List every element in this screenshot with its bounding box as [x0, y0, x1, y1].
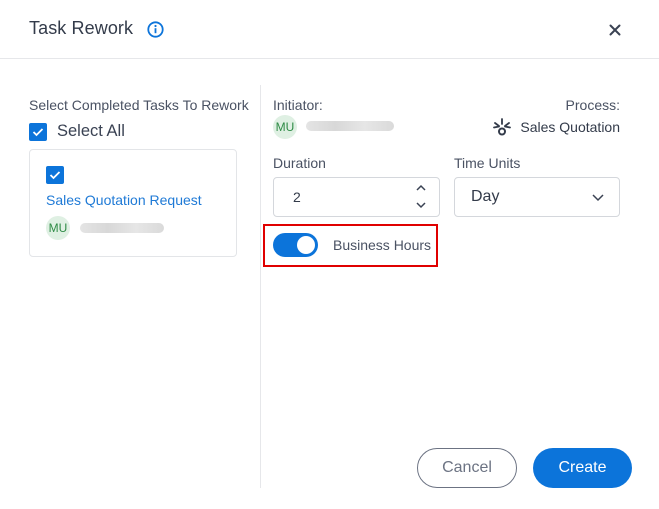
- section-label: Select Completed Tasks To Rework: [29, 97, 249, 113]
- task-checkbox[interactable]: [46, 166, 64, 184]
- task-name-link[interactable]: Sales Quotation Request: [46, 192, 202, 208]
- pane-divider: [260, 85, 261, 488]
- business-hours-toggle[interactable]: [273, 233, 318, 257]
- create-button[interactable]: Create: [533, 448, 632, 488]
- chevron-up-icon[interactable]: [415, 183, 427, 193]
- dialog-title: Task Rework: [29, 18, 134, 38]
- task-card: Sales Quotation Request MU: [29, 149, 237, 257]
- process-name: Sales Quotation: [520, 119, 620, 135]
- duration-label: Duration: [273, 155, 326, 171]
- user-avatar: MU: [46, 216, 70, 240]
- chevron-down-icon: [592, 194, 604, 202]
- business-hours-label: Business Hours: [333, 237, 432, 253]
- duration-stepper[interactable]: 2: [273, 177, 440, 217]
- initiator-avatar: MU: [273, 115, 297, 139]
- select-all-label: Select All: [57, 122, 125, 140]
- close-icon[interactable]: [604, 19, 626, 41]
- initiator-label: Initiator:: [273, 97, 323, 113]
- checkbox-checked-icon[interactable]: [29, 122, 47, 141]
- chevron-down-icon[interactable]: [415, 200, 427, 210]
- redacted-initiator-name: [306, 121, 394, 131]
- process-value: Sales Quotation: [492, 117, 620, 137]
- process-node-icon: [493, 118, 512, 136]
- redacted-user-name: [80, 223, 164, 233]
- duration-value[interactable]: 2: [293, 189, 301, 205]
- time-units-select[interactable]: Day: [454, 177, 620, 217]
- toggle-knob: [297, 236, 315, 254]
- dialog-header: Task Rework: [0, 0, 659, 59]
- cancel-button[interactable]: Cancel: [417, 448, 517, 488]
- process-label: Process:: [565, 97, 620, 113]
- select-all-checkbox[interactable]: Select All: [29, 122, 125, 141]
- info-circle-icon[interactable]: [147, 21, 164, 38]
- time-units-label: Time Units: [454, 155, 521, 171]
- time-units-value: Day: [471, 188, 500, 205]
